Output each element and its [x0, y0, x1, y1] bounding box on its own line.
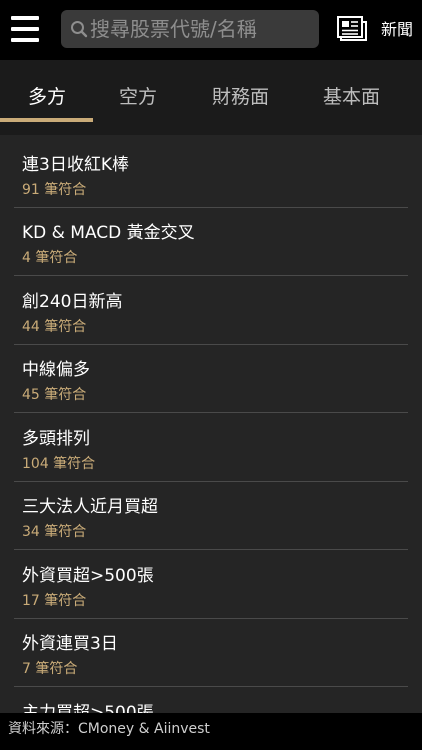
list-item[interactable]: 外資買超>500張 17 筆符合 [0, 553, 422, 621]
list-item-count: 17 筆符合 [22, 593, 87, 609]
tab-fundamentals[interactable]: 基本面 [323, 85, 380, 109]
list-item[interactable]: 主力買超>500張 [0, 690, 422, 713]
list-item-title: 連3日收紅K棒 [22, 155, 129, 175]
divider [14, 207, 408, 208]
news-link[interactable]: 新聞 [381, 20, 413, 40]
list-item-count: 4 筆符合 [22, 250, 78, 266]
list-item-count: 44 筆符合 [22, 319, 87, 335]
category-tabs: 多方 空方 財務面 基本面 [0, 60, 422, 135]
list-item-title: 多頭排列 [22, 429, 90, 449]
divider [14, 618, 408, 619]
search-icon [71, 21, 88, 38]
list-item-count: 7 筆符合 [22, 661, 78, 677]
divider [14, 412, 408, 413]
tab-financials[interactable]: 財務面 [212, 85, 269, 109]
newspaper-icon[interactable] [337, 16, 367, 42]
list-item[interactable]: 創240日新高 44 筆符合 [0, 279, 422, 347]
list-item-count: 104 筆符合 [22, 456, 96, 472]
list-item[interactable]: 連3日收紅K棒 91 筆符合 [0, 142, 422, 210]
list-item-title: 三大法人近月買超 [22, 497, 158, 517]
hamburger-menu-icon[interactable] [11, 16, 39, 42]
list-item-count: 34 筆符合 [22, 524, 87, 540]
data-source-credit: 資料來源：CMoney & Aiinvest [8, 721, 210, 737]
list-item[interactable]: 外資連買3日 7 筆符合 [0, 621, 422, 689]
divider [14, 275, 408, 276]
footer-bar: 資料來源：CMoney & Aiinvest [0, 713, 422, 750]
search-input[interactable]: 搜尋股票代號/名稱 [61, 10, 319, 48]
active-tab-indicator [0, 118, 93, 122]
list-item-title: 中線偏多 [22, 360, 90, 380]
divider [14, 549, 408, 550]
tab-bullish[interactable]: 多方 [28, 85, 66, 109]
list-item[interactable]: 多頭排列 104 筆符合 [0, 416, 422, 484]
divider [14, 481, 408, 482]
list-item-count: 45 筆符合 [22, 387, 87, 403]
list-item[interactable]: KD & MACD 黃金交叉 4 筆符合 [0, 210, 422, 278]
list-item-count: 91 筆符合 [22, 182, 87, 198]
list-item[interactable]: 三大法人近月買超 34 筆符合 [0, 484, 422, 552]
list-item-title: 外資連買3日 [22, 634, 118, 654]
divider [14, 344, 408, 345]
top-bar: 搜尋股票代號/名稱 新聞 [0, 0, 422, 60]
list-item[interactable]: 中線偏多 45 筆符合 [0, 347, 422, 415]
screener-list: 連3日收紅K棒 91 筆符合 KD & MACD 黃金交叉 4 筆符合 創240… [0, 135, 422, 713]
tab-bearish[interactable]: 空方 [119, 85, 157, 109]
list-item-title: 主力買超>500張 [22, 703, 154, 713]
list-item-title: KD & MACD 黃金交叉 [22, 223, 195, 243]
search-placeholder: 搜尋股票代號/名稱 [90, 17, 257, 41]
divider [14, 686, 408, 687]
list-item-title: 外資買超>500張 [22, 566, 154, 586]
list-item-title: 創240日新高 [22, 292, 123, 312]
screener-page: 搜尋股票代號/名稱 新聞 多方 空方 財務面 基本面 連3日收紅K棒 91 筆符… [0, 0, 422, 750]
